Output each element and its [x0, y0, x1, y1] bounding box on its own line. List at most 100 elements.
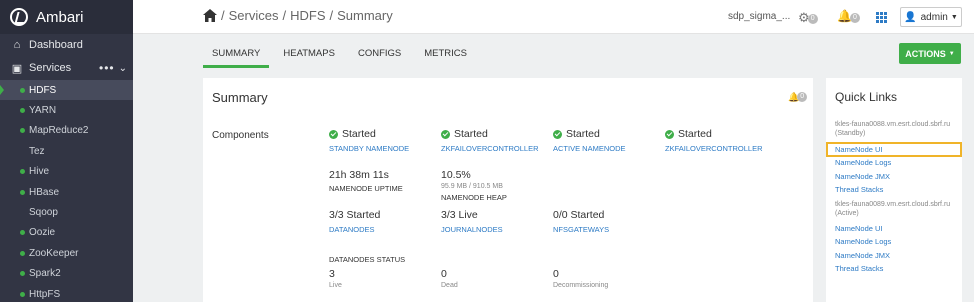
quick-links-list: tkles-fauna0088.vm.esrt.cloud.sbrf.ru (S… [826, 120, 962, 276]
sidebar-item-label: Services [29, 62, 72, 74]
home-icon[interactable] [203, 9, 217, 22]
summary-alerts-badge: 0 [797, 92, 808, 102]
sidebar-item-label: Dashboard [29, 39, 83, 51]
namenode-heap: 10.5% 95.9 MB / 910.5 MB NAMENODE HEAP [441, 169, 507, 202]
status-dot-icon [20, 87, 25, 93]
background-ops-button[interactable]: ⚙0 [798, 10, 818, 26]
app-name: Ambari [36, 8, 84, 26]
sidebar-item-label: HttpFS [29, 288, 61, 300]
user-icon: 👤 [904, 11, 917, 23]
sidebar-item-label: Tez [29, 145, 45, 157]
sidebar-item-sqoop[interactable]: Sqoop [0, 202, 133, 222]
caret-down-icon: ▼ [948, 50, 955, 57]
sidebar-item-label: Sqoop [29, 207, 58, 219]
link-namenode-jmx-standby[interactable]: NameNode JMX [835, 170, 959, 184]
status-zkfc-2: Started ZKFAILOVERCONTROLLER [665, 128, 763, 153]
journalnodes-summary: 3/3 Live JOURNALNODES [441, 209, 503, 234]
service-list: HDFS YARN MapReduce2 Tez Hive HBase Sqoop Oozie… [0, 80, 133, 302]
datanodes-status-label: DATANODES STATUS [329, 255, 406, 264]
status-text: Started [566, 128, 600, 140]
live-count: 3 [329, 268, 335, 280]
datanodes-decommissioning: 0 Decommissioning [553, 268, 608, 289]
sidebar-item-hive[interactable]: Hive [0, 162, 133, 182]
link-namenode-ui-standby[interactable]: NameNode UI [826, 142, 962, 157]
link-namenode-logs-active[interactable]: NameNode Logs [835, 235, 959, 249]
cluster-name[interactable]: sdp_sigma_... [728, 11, 790, 22]
check-circle-icon [329, 129, 338, 139]
sidebar: Ambari ⌂ Dashboard ▣ Services ••• ⌄ HDFS… [0, 0, 133, 302]
uptime-label: NAMENODE UPTIME [329, 184, 403, 193]
chevron-down-icon[interactable]: ⌄ [119, 63, 127, 74]
decom-label: Decommissioning [553, 282, 609, 289]
link-namenode-logs-standby[interactable]: NameNode Logs [835, 156, 959, 170]
sidebar-item-hbase[interactable]: HBase [0, 182, 133, 202]
ambari-logo-icon [10, 8, 28, 26]
status-text: Started [454, 128, 488, 140]
breadcrumb-services[interactable]: Services [229, 8, 279, 23]
status-dot-icon [20, 108, 25, 114]
user-menu-button[interactable]: 👤 admin ▼ [900, 7, 962, 27]
tab-summary[interactable]: SUMMARY [203, 44, 270, 68]
top-bar: / Services / HDFS / Summary sdp_sigma_..… [133, 0, 974, 34]
sidebar-item-tez[interactable]: Tez [0, 141, 133, 161]
more-icon[interactable]: ••• [99, 61, 115, 75]
apps-grid-icon[interactable] [876, 12, 887, 23]
tab-metrics[interactable]: METRICS [415, 44, 476, 68]
link-zkfailovercontroller-2[interactable]: ZKFAILOVERCONTROLLER [665, 144, 763, 153]
summary-alerts-button[interactable]: 🔔0 [788, 92, 808, 103]
link-namenode-jmx-active[interactable]: NameNode JMX [835, 249, 959, 263]
sidebar-item-httpfs[interactable]: HttpFS [0, 284, 133, 302]
actions-label: ACTIONS [905, 48, 946, 59]
sidebar-item-label: YARN [29, 105, 57, 117]
status-dot-icon [20, 250, 25, 256]
status-zkfc-1: Started ZKFAILOVERCONTROLLER [441, 128, 539, 153]
status-text: Started [678, 128, 712, 140]
link-thread-stacks-active[interactable]: Thread Stacks [835, 262, 959, 276]
status-dot-icon [20, 128, 25, 134]
sidebar-item-zookeeper[interactable]: ZooKeeper [0, 243, 133, 263]
actions-button[interactable]: ACTIONS ▼ [899, 43, 961, 64]
status-standby-namenode: Started STANDBY NAMENODE [329, 128, 409, 153]
user-name: admin [920, 11, 948, 23]
sidebar-item-label: HDFS [29, 84, 57, 96]
sidebar-item-mapreduce2[interactable]: MapReduce2 [0, 121, 133, 141]
status-text: Started [342, 128, 376, 140]
breadcrumb-hdfs[interactable]: HDFS [290, 8, 325, 23]
alerts-button[interactable]: 🔔0 [837, 9, 860, 23]
link-nfsgateways[interactable]: NFSGATEWAYS [553, 225, 609, 234]
link-namenode-ui-active[interactable]: NameNode UI [835, 222, 959, 236]
sidebar-item-label: HBase [29, 186, 60, 198]
dead-label: Dead [441, 282, 458, 289]
sidebar-item-hdfs[interactable]: HDFS [0, 80, 133, 101]
sidebar-item-label: ZooKeeper [29, 247, 79, 259]
breadcrumb: / Services / HDFS / Summary [203, 8, 397, 23]
sidebar-item-services[interactable]: ▣ Services ••• ⌄ [0, 56, 133, 80]
sidebar-item-yarn[interactable]: YARN [0, 100, 133, 120]
tab-heatmaps[interactable]: HEATMAPS [274, 44, 344, 68]
quick-links-panel: Quick Links tkles-fauna0088.vm.esrt.clou… [826, 78, 962, 302]
check-circle-icon [553, 129, 562, 139]
summary-panel: Summary 🔔0 Components Started STANDBY NA… [203, 78, 813, 302]
tab-configs[interactable]: CONFIGS [349, 44, 410, 68]
sidebar-item-oozie[interactable]: Oozie [0, 223, 133, 243]
link-active-namenode[interactable]: ACTIVE NAMENODE [553, 144, 626, 153]
sidebar-item-label: Hive [29, 166, 50, 178]
sidebar-item-spark2[interactable]: Spark2 [0, 264, 133, 284]
namenode-uptime: 21h 38m 11s NAMENODE UPTIME [329, 169, 403, 193]
link-zkfailovercontroller-1[interactable]: ZKFAILOVERCONTROLLER [441, 144, 539, 153]
link-standby-namenode[interactable]: STANDBY NAMENODE [329, 144, 409, 153]
link-journalnodes[interactable]: JOURNALNODES [441, 225, 503, 234]
datanodes-summary: 3/3 Started DATANODES [329, 209, 380, 234]
live-label: Live [329, 282, 342, 289]
link-datanodes[interactable]: DATANODES [329, 225, 380, 234]
nfsgateways-summary: 0/0 Started NFSGATEWAYS [553, 209, 609, 234]
link-thread-stacks-standby[interactable]: Thread Stacks [835, 183, 959, 197]
components-label: Components [212, 130, 269, 141]
status-dot-icon [20, 291, 25, 297]
status-active-namenode: Started ACTIVE NAMENODE [553, 128, 626, 153]
check-circle-icon [665, 129, 674, 139]
brand[interactable]: Ambari [0, 0, 133, 34]
sidebar-item-dashboard[interactable]: ⌂ Dashboard [0, 34, 133, 56]
decom-count: 0 [553, 268, 559, 280]
briefcase-icon: ▣ [11, 62, 23, 75]
